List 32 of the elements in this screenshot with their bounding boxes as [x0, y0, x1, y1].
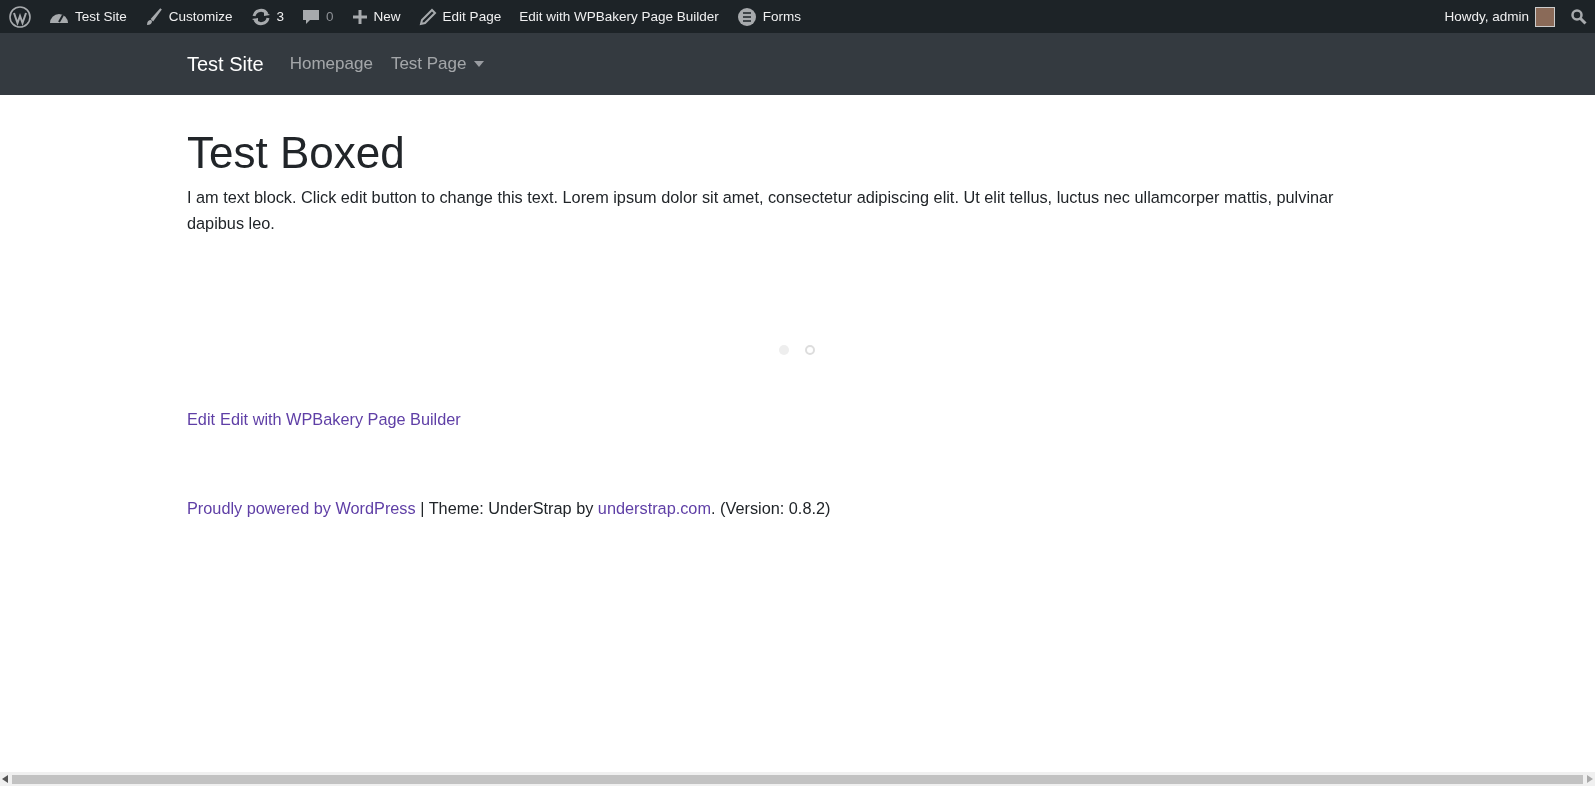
page-title: Test Boxed [187, 128, 406, 178]
edit-link[interactable]: Edit [187, 410, 216, 429]
footer-link[interactable]: understrap.com [597, 499, 711, 517]
loading-dots-icon [777, 344, 818, 356]
admin-bar-link[interactable]: Edit with WPBakery Page Builder [510, 0, 728, 33]
list-icon [736, 6, 757, 27]
paragraph: I am text block. Click edit button to change this text. Lorem ipsum dolor sit amet, consectetur adipiscing elit. Ut elit tellus, luctus nec ullamcorper mattis, pulvinar dapibus leo. [187, 187, 1335, 234]
admin-bar-item[interactable]: 3 [241, 0, 294, 33]
pencil-icon [418, 7, 437, 26]
scrollbar-thumb[interactable] [12, 774, 1583, 784]
site-title[interactable]: Test Site [187, 52, 264, 76]
admin-bar-item[interactable]: Edit Page [409, 0, 511, 33]
edit-link[interactable]: Edit with WPBakery Page Builder [220, 410, 461, 429]
refresh-icon [250, 7, 271, 26]
brush-icon [144, 7, 163, 26]
footer-link[interactable]: Proudly powered by WordPress [187, 499, 416, 517]
admin-bar-item[interactable]: New [342, 0, 410, 33]
nav-link[interactable]: Test Page [390, 54, 485, 74]
avatar-placeholder [1535, 6, 1555, 27]
speech-bubble-icon [302, 7, 321, 26]
nav-link[interactable]: Homepage [289, 54, 373, 74]
admin-bar-item[interactable]: Test Site [40, 0, 136, 33]
admin-bar-item[interactable]: Forms [727, 0, 810, 33]
admin-bar-item[interactable]: 0 [293, 0, 343, 33]
footer-text: Proudly powered by WordPress | Theme: UnderStrap by understrap.com. (Version: 0.8.2) [187, 499, 832, 518]
account-menu[interactable]: Howdy, admin [1435, 0, 1535, 33]
admin-bar-item[interactable]: Customize [135, 0, 242, 33]
scroll-left-icon[interactable] [2, 775, 8, 783]
plus-icon [351, 8, 368, 25]
caret-icon [474, 61, 485, 67]
horizontal-scrollbar[interactable] [0, 772, 1595, 786]
search-icon[interactable] [1571, 8, 1587, 25]
